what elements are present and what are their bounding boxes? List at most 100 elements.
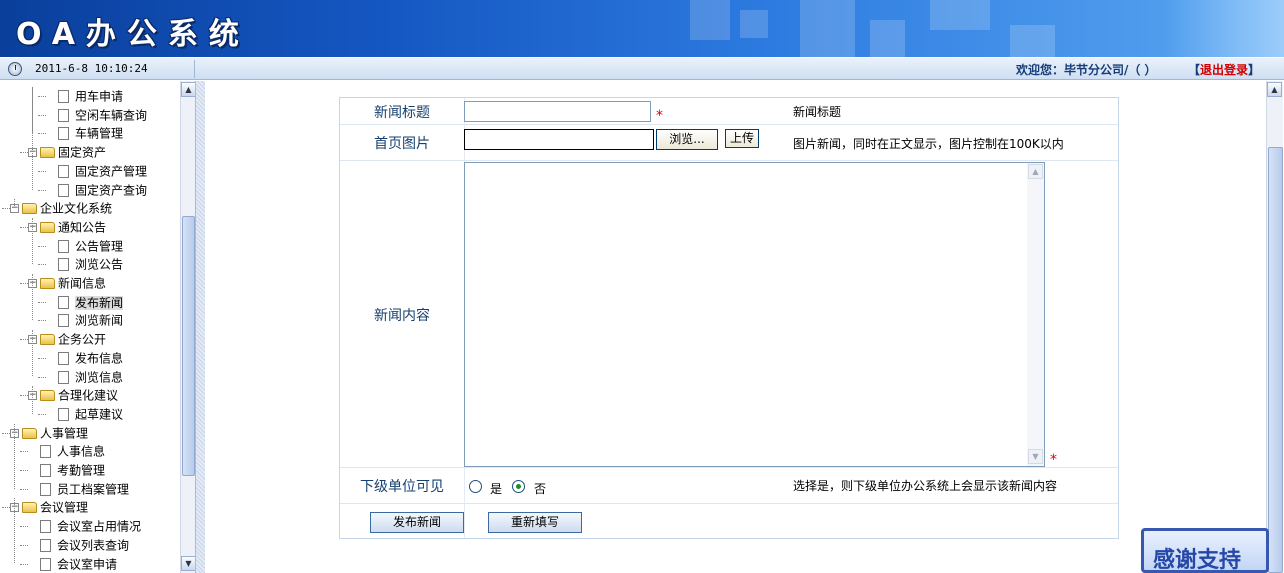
tree-node[interactable]: 浏览公告 xyxy=(46,255,123,273)
radio-no[interactable] xyxy=(512,480,525,493)
folder-icon xyxy=(22,502,37,513)
tree-node[interactable]: 考勤管理 xyxy=(28,461,105,479)
visibility-hint: 选择是，则下级单位办公系统上会显示该新闻内容 xyxy=(793,479,1058,493)
tree-node[interactable]: 会议室占用情况 xyxy=(28,517,141,535)
tree-connector xyxy=(32,218,33,264)
folder-icon xyxy=(22,203,37,214)
tree-node[interactable]: − 通知公告 xyxy=(28,218,106,236)
scroll-down-icon[interactable]: ▼ xyxy=(1028,449,1043,464)
scroll-up-icon[interactable]: ▲ xyxy=(181,82,195,97)
tree-node[interactable]: 发布信息 xyxy=(46,349,123,367)
tree-node[interactable]: 公告管理 xyxy=(46,237,123,255)
tree-node[interactable]: 浏览新闻 xyxy=(46,311,123,329)
banner-decoration xyxy=(740,10,768,38)
tree-node[interactable]: − 人事管理 xyxy=(10,424,88,442)
tree-node[interactable]: 会议室申请 xyxy=(28,555,117,573)
sidebar-scroll-thumb[interactable] xyxy=(182,216,195,476)
tree-connector xyxy=(20,545,28,546)
tree-node-label: 浏览信息 xyxy=(75,370,124,385)
visibility-label: 下级单位可见 xyxy=(360,479,444,495)
title-input[interactable] xyxy=(464,101,651,122)
tree-connector xyxy=(14,199,15,208)
tree-node[interactable]: 浏览信息 xyxy=(46,368,123,386)
tree-node-label: 浏览新闻 xyxy=(75,313,124,328)
document-icon xyxy=(58,240,69,253)
document-icon xyxy=(58,165,69,178)
tree-node-label: 会议室申请 xyxy=(57,557,118,572)
scroll-up-icon[interactable]: ▲ xyxy=(1028,164,1043,179)
tree-node-label: 发布信息 xyxy=(75,351,124,366)
tree-node[interactable]: − 新闻信息 xyxy=(28,274,106,292)
tree-node-label: 企务公开 xyxy=(58,332,107,347)
tree-node[interactable]: 起草建议 xyxy=(46,405,123,423)
pane-splitter[interactable] xyxy=(196,81,205,573)
title-hint: 新闻标题 xyxy=(793,105,842,119)
image-path-input[interactable] xyxy=(464,129,654,150)
radio-yes-label: 是 xyxy=(490,482,503,496)
tree-connector xyxy=(20,395,28,396)
current-datetime: 2011-6-8 10:10:24 xyxy=(35,62,148,75)
tree-node-label: 固定资产管理 xyxy=(75,164,148,179)
tree-node[interactable]: 员工档案管理 xyxy=(28,480,129,498)
logout-link[interactable]: 退出登录 xyxy=(1200,63,1248,77)
tree-connector xyxy=(38,190,46,191)
tree-node-label: 浏览公告 xyxy=(75,257,124,272)
status-divider xyxy=(194,60,195,78)
tree-node[interactable]: − 企业文化系统 xyxy=(10,199,112,217)
tree-node[interactable]: − 合理化建议 xyxy=(28,386,118,404)
tree-connector xyxy=(2,507,10,508)
tree-node[interactable]: 会议列表查询 xyxy=(28,536,129,554)
sidebar: 用车申请空闲车辆查询 车辆管理 − 固定资产固定资产管理固定资产查询 − 企业文化系统 − 通… xyxy=(0,81,196,573)
sidebar-scrollbar[interactable]: ▲ ▼ xyxy=(180,81,195,573)
tree-connector xyxy=(2,208,10,209)
tree-node[interactable]: − 会议管理 xyxy=(10,498,88,516)
tree-node-label: 空闲车辆查询 xyxy=(75,108,148,123)
tree-node-label: 人事管理 xyxy=(40,426,89,441)
tree-connector xyxy=(20,227,28,228)
tree-node-label: 人事信息 xyxy=(57,444,106,459)
tree-node[interactable]: 发布新闻 xyxy=(46,293,124,311)
tree-node[interactable]: 固定资产管理 xyxy=(46,162,147,180)
scroll-down-icon[interactable]: ▼ xyxy=(181,556,195,571)
reset-form-button[interactable]: 重新填写 xyxy=(488,512,582,533)
banner-decoration xyxy=(800,0,855,57)
tree-connector xyxy=(38,414,46,415)
content-editor[interactable]: ▲ ▼ xyxy=(464,162,1045,467)
tree-node-label: 通知公告 xyxy=(58,220,107,235)
banner-decoration xyxy=(930,0,990,30)
tree-node[interactable]: 用车申请 xyxy=(46,87,123,105)
tree-connector xyxy=(38,246,46,247)
tree-node[interactable]: 车辆管理 xyxy=(46,124,123,142)
tree-node[interactable]: 空闲车辆查询 xyxy=(46,106,147,124)
thanks-badge[interactable]: 感谢支持 xyxy=(1141,528,1269,573)
main-content: 新闻标题 * 新闻标题 首页图片 浏览... 上传 图片新闻，同时在正文显示，图… xyxy=(205,81,1255,573)
folder-icon xyxy=(22,428,37,439)
tree-node-label: 会议室占用情况 xyxy=(57,519,142,534)
tree-connector xyxy=(20,526,28,527)
content-row: 新闻内容 ▲ ▼ * xyxy=(340,161,1118,468)
main-scrollbar[interactable]: ▲ xyxy=(1266,81,1283,573)
required-mark: * xyxy=(1050,452,1057,468)
tree-node[interactable]: − 固定资产 xyxy=(28,143,106,161)
folder-icon xyxy=(40,222,55,233)
header-banner: OA办公系统 xyxy=(0,0,1284,57)
tree-connector xyxy=(32,386,33,414)
radio-yes[interactable] xyxy=(469,480,482,493)
visibility-row: 下级单位可见 是 否 选择是，则下级单位办公系统上会显示该新闻内容 xyxy=(340,468,1118,504)
tree-node[interactable]: − 企务公开 xyxy=(28,330,106,348)
scroll-up-icon[interactable]: ▲ xyxy=(1267,82,1282,97)
editor-scrollbar[interactable]: ▲ ▼ xyxy=(1027,163,1044,466)
tree-node-label: 会议列表查询 xyxy=(57,538,130,553)
banner-decoration xyxy=(1010,25,1055,57)
tree-connector xyxy=(14,424,15,489)
main-scroll-thumb[interactable] xyxy=(1268,147,1283,573)
banner-decoration xyxy=(870,20,905,57)
document-icon xyxy=(58,258,69,271)
tree-node[interactable]: 固定资产查询 xyxy=(46,181,147,199)
folder-icon xyxy=(40,334,55,345)
tree-node[interactable]: 人事信息 xyxy=(28,442,105,460)
browse-button[interactable]: 浏览... xyxy=(656,129,718,150)
submit-news-button[interactable]: 发布新闻 xyxy=(370,512,464,533)
upload-button[interactable]: 上传 xyxy=(725,129,759,148)
tree-node-label: 考勤管理 xyxy=(57,463,106,478)
